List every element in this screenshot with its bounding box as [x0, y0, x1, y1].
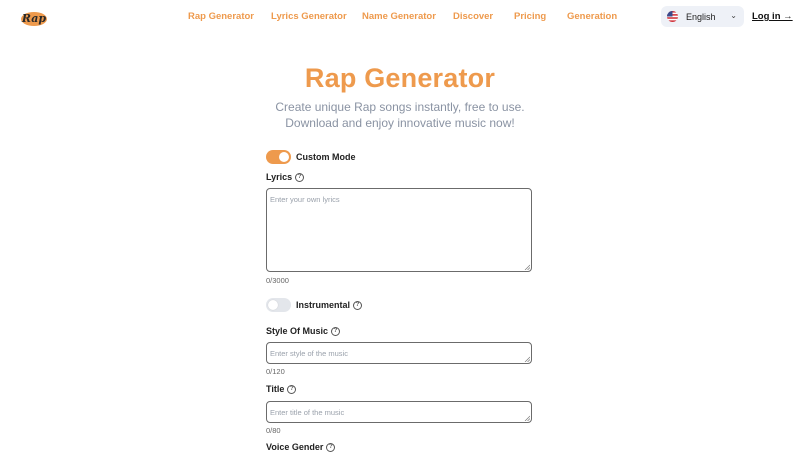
language-selector[interactable]: English ⌄: [661, 6, 744, 27]
title-placeholder: Enter title of the music: [270, 408, 345, 417]
rap-logo[interactable]: Rap: [20, 7, 48, 27]
voice-gender-label: Voice Gender ?: [266, 442, 336, 452]
top-header: Rap Rap Generator Lyrics Generator Name …: [0, 0, 800, 34]
title-input[interactable]: Enter title of the music: [266, 401, 532, 423]
custom-mode-label: Custom Mode: [296, 152, 356, 162]
nav-name-generator[interactable]: Name Generator: [362, 11, 436, 22]
voice-gender-text: Voice Gender: [266, 442, 324, 452]
subtitle-line-1: Create unique Rap songs instantly, free …: [275, 100, 525, 114]
subtitle-line-2: Download and enjoy innovative music now!: [285, 116, 515, 130]
nav-lyrics-generator[interactable]: Lyrics Generator: [271, 11, 347, 22]
title-counter: 0/80: [266, 426, 281, 435]
help-icon[interactable]: ?: [326, 442, 336, 452]
toggle-knob: [268, 300, 278, 310]
lyrics-placeholder: Enter your own lyrics: [270, 195, 340, 204]
nav-pricing[interactable]: Pricing: [514, 11, 546, 22]
resize-grip-icon[interactable]: [524, 264, 530, 270]
help-icon[interactable]: ?: [331, 326, 341, 336]
page-title: Rap Generator: [304, 63, 496, 93]
help-icon[interactable]: ?: [287, 384, 297, 394]
login-link[interactable]: Log in →: [752, 11, 793, 22]
instrumental-label: Instrumental ?: [296, 300, 363, 310]
style-placeholder: Enter style of the music: [270, 349, 348, 358]
resize-grip-icon[interactable]: [524, 415, 530, 421]
custom-mode-text: Custom Mode: [296, 152, 356, 162]
chevron-down-icon: ⌄: [730, 11, 737, 20]
style-input[interactable]: Enter style of the music: [266, 342, 532, 364]
lyrics-counter: 0/3000: [266, 276, 289, 285]
lyrics-label-text: Lyrics: [266, 172, 293, 182]
title-label-text: Title: [266, 384, 285, 394]
style-label: Style Of Music ?: [266, 326, 341, 336]
instrumental-text: Instrumental: [296, 300, 351, 310]
custom-mode-toggle[interactable]: [266, 150, 291, 164]
us-flag-icon: [667, 11, 678, 22]
toggle-knob: [279, 152, 289, 162]
style-counter: 0/120: [266, 367, 285, 376]
help-icon[interactable]: ?: [353, 300, 363, 310]
nav-discover[interactable]: Discover: [453, 11, 493, 22]
nav-generation[interactable]: Generation: [567, 11, 617, 22]
nav-rap-generator[interactable]: Rap Generator: [188, 11, 254, 22]
svg-text:Rap: Rap: [21, 12, 47, 25]
lyrics-textarea[interactable]: Enter your own lyrics: [266, 188, 532, 272]
help-icon[interactable]: ?: [295, 172, 305, 182]
style-label-text: Style Of Music: [266, 326, 329, 336]
language-label: English: [686, 11, 716, 22]
title-label: Title ?: [266, 384, 297, 394]
lyrics-label: Lyrics ?: [266, 172, 305, 182]
instrumental-toggle[interactable]: [266, 298, 291, 312]
resize-grip-icon[interactable]: [524, 356, 530, 362]
